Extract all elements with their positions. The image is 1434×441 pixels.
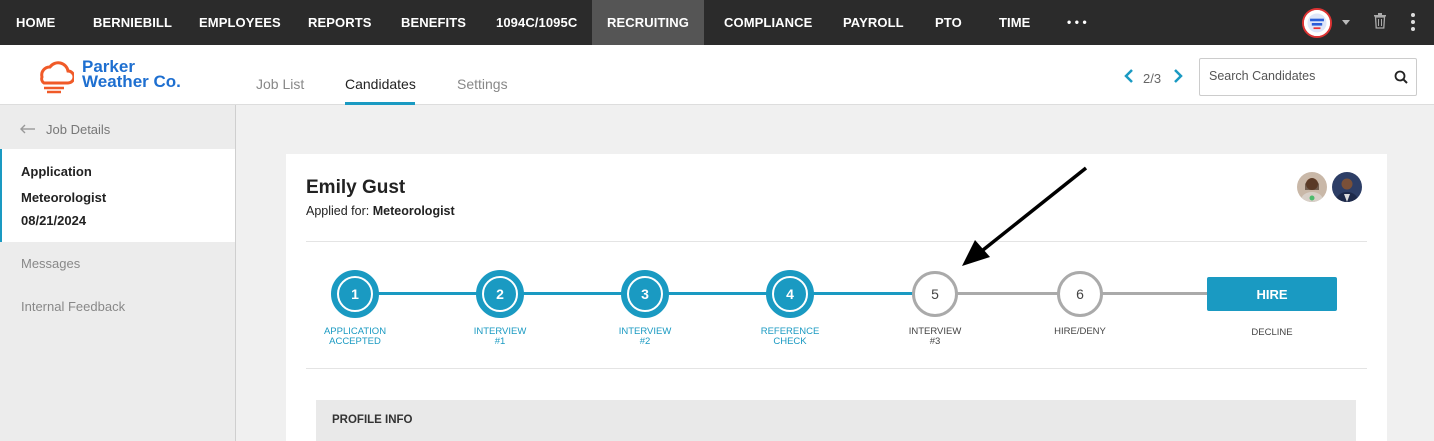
step-label: INTERVIEW #1 xyxy=(450,327,550,347)
sidebar-item-messages[interactable]: Messages xyxy=(21,256,80,271)
step-2[interactable]: 2 xyxy=(476,270,524,318)
company-avatar[interactable] xyxy=(1302,8,1332,38)
chevron-down-icon[interactable] xyxy=(1342,20,1350,25)
nav-compliance[interactable]: COMPLIANCE xyxy=(724,0,812,45)
pager-count: 2/3 xyxy=(1143,71,1162,86)
tab-candidates[interactable]: Candidates xyxy=(345,76,416,105)
profile-info-section[interactable]: PROFILE INFO xyxy=(316,400,1356,441)
sidebar-item-application[interactable]: Application Meteorologist 08/21/2024 xyxy=(0,149,235,242)
step-5[interactable]: 5 xyxy=(912,271,958,317)
application-job: Meteorologist xyxy=(21,190,107,205)
candidate-name: Emily Gust xyxy=(306,177,406,198)
step-label: HIRE/DENY xyxy=(1030,327,1130,337)
tab-job-list[interactable]: Job List xyxy=(256,76,304,105)
search-box xyxy=(1199,58,1417,96)
sidebar-item-internal-feedback[interactable]: Internal Feedback xyxy=(21,299,125,314)
company-name-line2: Weather Co. xyxy=(82,72,181,91)
step-number: 4 xyxy=(772,276,808,312)
candidate-card: Emily Gust Applied for: Meteorologist 1 … xyxy=(286,154,1387,441)
applied-job: Meteorologist xyxy=(372,204,455,218)
step-label: APPLICATION ACCEPTED xyxy=(305,327,405,347)
cloud-sun-icon xyxy=(40,61,74,94)
chevron-left-icon[interactable] xyxy=(1124,69,1134,88)
nav-more[interactable]: • • • xyxy=(1067,0,1087,45)
nav-benefits[interactable]: BENEFITS xyxy=(401,0,466,45)
nav-1094c[interactable]: 1094C/1095C xyxy=(496,0,577,45)
step-6[interactable]: 6 xyxy=(1057,271,1103,317)
back-to-job-details[interactable]: Job Details xyxy=(20,121,110,138)
reviewer-avatar[interactable] xyxy=(1332,172,1362,202)
profile-info-title: PROFILE INFO xyxy=(332,414,413,426)
divider xyxy=(306,241,1367,242)
step-label-line2: #2 xyxy=(639,336,651,347)
step-label-line2: ACCEPTED xyxy=(329,336,381,347)
kebab-menu-icon[interactable] xyxy=(1410,12,1416,37)
hire-button[interactable]: HIRE xyxy=(1207,277,1337,311)
step-label: INTERVIEW #2 xyxy=(595,327,695,347)
step-3[interactable]: 3 xyxy=(621,270,669,318)
back-label: Job Details xyxy=(46,122,111,137)
tab-settings[interactable]: Settings xyxy=(457,76,508,105)
company-name: Parker Weather Co. xyxy=(82,58,181,91)
application-date: 08/21/2024 xyxy=(21,213,87,228)
reviewer-avatar[interactable] xyxy=(1297,172,1327,202)
nav-pto[interactable]: PTO xyxy=(935,0,962,45)
nav-reports[interactable]: REPORTS xyxy=(308,0,372,45)
step-label-line2: CHECK xyxy=(773,336,807,347)
decline-button[interactable]: DECLINE xyxy=(1222,327,1322,338)
trash-icon[interactable] xyxy=(1374,13,1386,34)
company-logo[interactable]: Parker Weather Co. xyxy=(34,53,204,97)
divider xyxy=(306,368,1367,369)
nav-right-tools xyxy=(1294,0,1434,45)
step-label: REFERENCE CHECK xyxy=(740,327,840,347)
application-title: Application xyxy=(21,164,92,179)
search-icon[interactable] xyxy=(1394,70,1408,89)
nav-recruiting[interactable]: RECRUITING xyxy=(592,0,704,45)
step-label-line2: #3 xyxy=(929,336,941,347)
chevron-right-icon[interactable] xyxy=(1173,69,1183,88)
step-label-line2: #1 xyxy=(494,336,506,347)
sidebar: Job Details Application Meteorologist 08… xyxy=(0,105,236,441)
step-label-line1: HIRE/DENY xyxy=(1054,326,1106,337)
arrow-left-icon xyxy=(20,121,36,138)
applied-for: Applied for: Meteorologist xyxy=(306,204,455,218)
search-input[interactable] xyxy=(1209,69,1389,83)
nav-berniebill[interactable]: BERNIEBILL xyxy=(93,0,172,45)
sub-header: Parker Weather Co. Job List Candidates S… xyxy=(0,45,1434,105)
step-1[interactable]: 1 xyxy=(331,270,379,318)
applied-prefix: Applied for: xyxy=(306,204,370,218)
step-number: 3 xyxy=(627,276,663,312)
step-label: INTERVIEW #3 xyxy=(885,327,985,347)
nav-payroll[interactable]: PAYROLL xyxy=(843,0,904,45)
step-4[interactable]: 4 xyxy=(766,270,814,318)
nav-time[interactable]: TIME xyxy=(999,0,1030,45)
step-number: 1 xyxy=(337,276,373,312)
nav-home[interactable]: HOME xyxy=(16,0,55,45)
nav-employees[interactable]: EMPLOYEES xyxy=(199,0,281,45)
step-number: 2 xyxy=(482,276,518,312)
top-nav: HOME BERNIEBILL EMPLOYEES REPORTS BENEFI… xyxy=(0,0,1434,45)
